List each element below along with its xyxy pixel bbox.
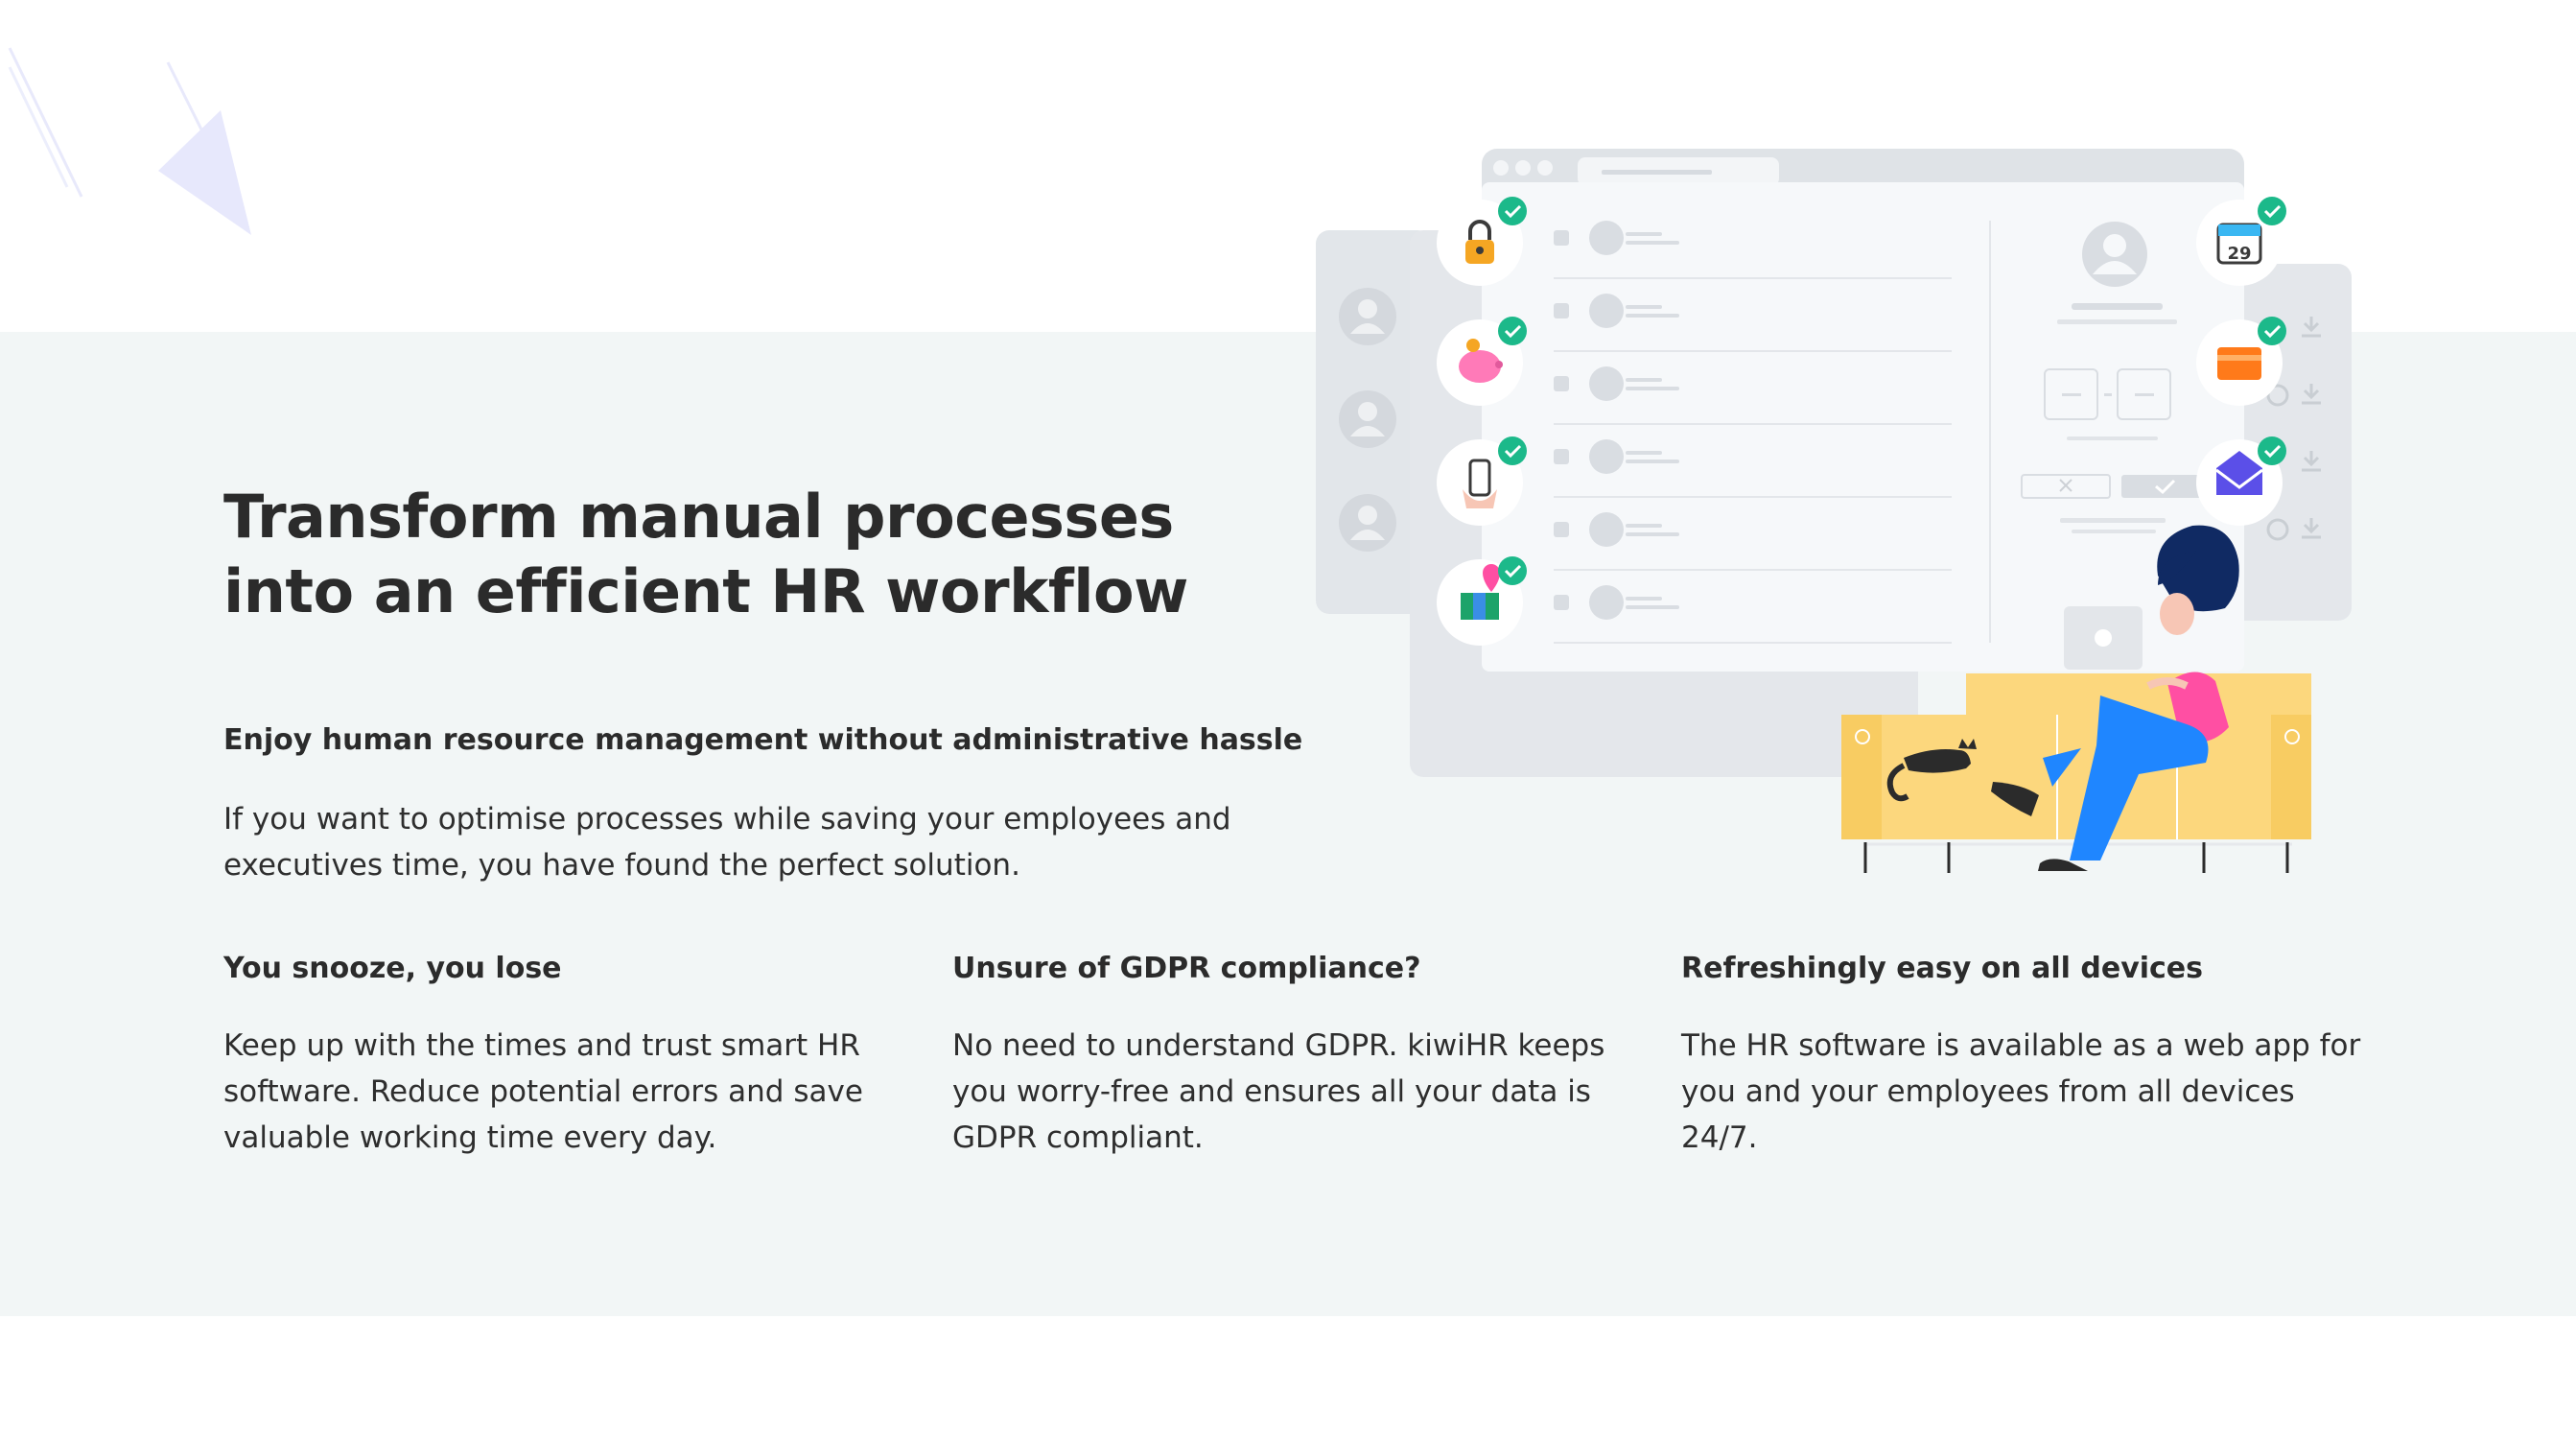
feature-text: The HR software is available as a web ap… <box>1681 1028 2361 1155</box>
feature-title: Unsure of GDPR compliance? <box>952 952 1421 985</box>
feature-text: No need to understand GDPR. kiwiHR keeps… <box>952 1028 1605 1155</box>
feature-title: You snooze, you lose <box>223 952 562 985</box>
hero-intro-text: If you want to optimise processes while … <box>223 802 1231 883</box>
hero-title: Transform manual processes into an effic… <box>223 482 1188 626</box>
feature-snooze: You snooze, you lose Keep up with the ti… <box>223 950 914 1161</box>
feature-title: Refreshingly easy on all devices <box>1681 952 2204 985</box>
feature-text: Keep up with the times and trust smart H… <box>223 1028 863 1155</box>
calendar-day-label: 29 <box>2227 244 2251 264</box>
decorative-triangle <box>158 110 251 235</box>
hero-subtitle: Enjoy human resource management without … <box>223 723 1303 757</box>
decorative-strokes <box>8 47 251 235</box>
feature-gdpr: Unsure of GDPR compliance? No need to un… <box>952 950 1643 1161</box>
hr-workflow-illustration: 29 <box>1316 149 2352 873</box>
feature-devices: Refreshingly easy on all devices The HR … <box>1681 950 2372 1161</box>
